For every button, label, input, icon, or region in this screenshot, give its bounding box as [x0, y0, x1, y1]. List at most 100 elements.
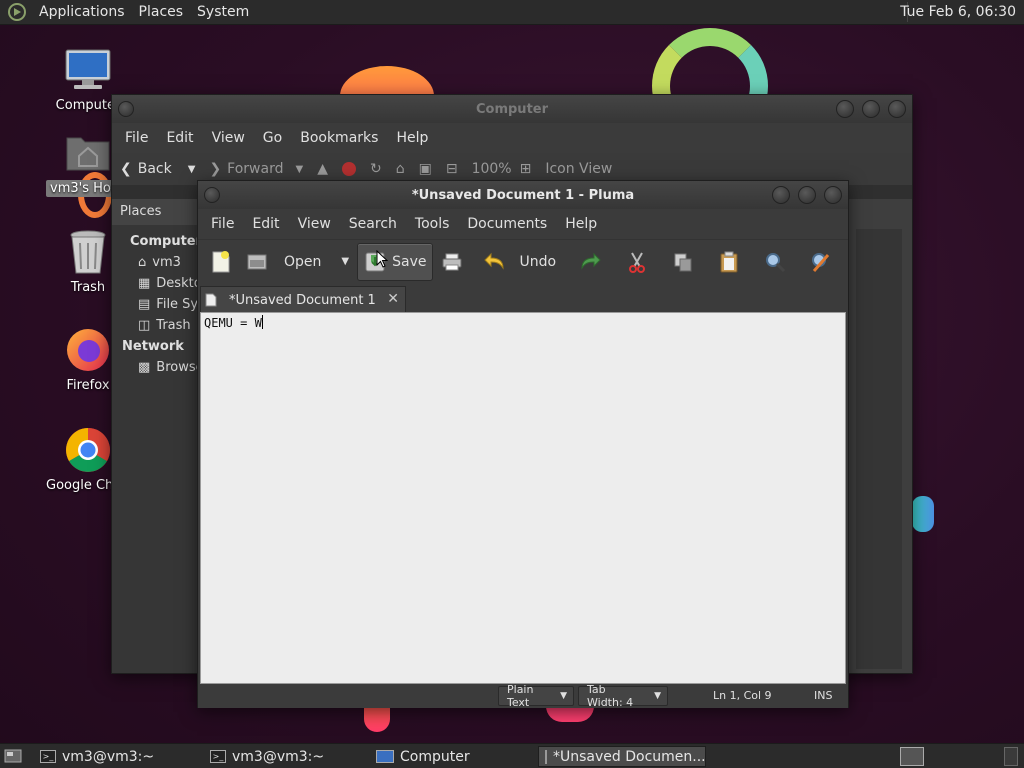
tab-unsaved-document[interactable]: *Unsaved Document 1 ✕ [200, 286, 406, 313]
menu-tools[interactable]: Tools [406, 216, 459, 232]
computer-titlebar[interactable]: Computer [112, 95, 912, 123]
close-button[interactable] [888, 100, 906, 118]
reload-icon[interactable]: ↻ [370, 161, 382, 177]
tab-width-select[interactable]: Tab Width: 4 ▼ [578, 683, 668, 709]
task-computer[interactable]: Computer [370, 746, 536, 767]
undo-button[interactable]: Undo [477, 243, 562, 281]
sidebar-item-filesystem[interactable]: ▤File System [112, 294, 204, 315]
close-icon[interactable]: ✕ [387, 291, 399, 307]
chevron-down-icon: ▼ [654, 691, 661, 701]
sidebar-item-vm3[interactable]: ⌂ vm3 [112, 252, 204, 273]
cursor-position: Ln 1, Col 9 [713, 689, 772, 702]
task-terminal-2[interactable]: >_ vm3@vm3:~ [204, 746, 368, 767]
sidebar-item-desktop[interactable]: ▦Desktop [112, 273, 204, 294]
arrow-left-icon: ❮ [120, 161, 132, 177]
zoom-out-icon[interactable]: ⊟ [446, 161, 458, 177]
task-pluma[interactable]: *Unsaved Documen... [538, 746, 706, 767]
menu-file[interactable]: File [116, 130, 157, 146]
window-menu-button[interactable] [118, 101, 134, 117]
places-header[interactable]: Places [112, 199, 204, 225]
task-label: *Unsaved Documen... [553, 748, 706, 765]
text-editor[interactable]: QEMU = W [200, 312, 846, 684]
system-menu[interactable]: System [190, 4, 256, 20]
places-menu[interactable]: Places [132, 4, 191, 20]
tab-label: *Unsaved Document 1 [229, 292, 376, 308]
window-title: Computer [475, 101, 549, 117]
clock[interactable]: Tue Feb 6, 06:30 [900, 4, 1016, 20]
home-icon[interactable]: ⌂ [396, 161, 405, 177]
redo-button[interactable] [572, 243, 608, 281]
sidebar-item-trash[interactable]: ◫ Trash [112, 315, 204, 336]
paste-icon [720, 251, 738, 272]
redo-icon [581, 252, 601, 270]
terminal-icon: >_ [40, 750, 56, 763]
new-document-button[interactable] [204, 243, 238, 281]
workspace-switcher-2[interactable] [1004, 747, 1018, 766]
pluma-window: *Unsaved Document 1 - Pluma File Edit Vi… [197, 180, 849, 709]
top-panel: Applications Places System Tue Feb 6, 06… [0, 0, 1024, 25]
copy-button[interactable] [666, 243, 700, 281]
minimize-button[interactable] [772, 186, 790, 204]
open-dropdown-icon[interactable]: ▼ [341, 256, 349, 267]
save-button[interactable]: Save [357, 242, 434, 281]
menu-file[interactable]: File [202, 216, 243, 232]
menu-search[interactable]: Search [340, 216, 406, 232]
close-button[interactable] [824, 186, 842, 204]
replace-button[interactable] [804, 243, 838, 281]
workspace-switcher-1[interactable] [900, 747, 924, 766]
menu-edit[interactable]: Edit [243, 216, 288, 232]
sidebar-item-browse-network[interactable]: ▩Browse Network [112, 357, 204, 378]
menu-bookmarks[interactable]: Bookmarks [291, 130, 387, 146]
back-button[interactable]: ❮ Back ▼ [120, 161, 195, 177]
paste-button[interactable] [712, 243, 746, 281]
back-dropdown-icon[interactable]: ▼ [188, 164, 196, 175]
menu-view[interactable]: View [289, 216, 340, 232]
print-icon [442, 253, 462, 270]
menu-go[interactable]: Go [254, 130, 291, 146]
print-button[interactable] [435, 243, 469, 281]
maximize-button[interactable] [862, 100, 880, 118]
syntax-label: Plain Text [507, 683, 534, 709]
editor-text: QEMU = W [204, 316, 262, 330]
find-replace-icon [812, 252, 830, 272]
desktop-folder-icon: ▦ [138, 276, 151, 291]
zoom-in-icon[interactable]: ⊞ [520, 161, 532, 177]
menu-help[interactable]: Help [556, 216, 606, 232]
trash-icon [64, 228, 112, 276]
copy-icon [674, 253, 692, 271]
window-menu-button[interactable] [204, 187, 220, 203]
text-caret [261, 315, 263, 329]
open-button[interactable]: Open ▼ [240, 243, 355, 281]
view-mode-select[interactable]: Icon View [545, 161, 612, 177]
find-button[interactable] [758, 243, 792, 281]
task-label: vm3@vm3:~ [62, 748, 155, 765]
pluma-titlebar[interactable]: *Unsaved Document 1 - Pluma [198, 181, 848, 209]
forward-dropdown-icon[interactable]: ▼ [295, 164, 303, 175]
menu-documents[interactable]: Documents [458, 216, 556, 232]
network-icon: ▩ [138, 360, 151, 375]
stop-icon[interactable] [341, 162, 356, 176]
show-desktop-icon[interactable] [4, 748, 22, 764]
cut-button[interactable] [620, 243, 654, 281]
task-terminal-1[interactable]: >_ vm3@vm3:~ [34, 746, 200, 767]
menu-view[interactable]: View [203, 130, 254, 146]
sidebar-section-network: Network [122, 339, 184, 354]
forward-button[interactable]: ❯ Forward ▼ [209, 161, 303, 177]
computer-icon [64, 46, 112, 94]
maximize-button[interactable] [798, 186, 816, 204]
syntax-select[interactable]: Plain Text ▼ [498, 683, 574, 709]
home-folder-icon [64, 128, 112, 176]
mate-logo-icon[interactable] [6, 1, 28, 23]
open-folder-icon [247, 254, 267, 269]
menu-edit[interactable]: Edit [157, 130, 202, 146]
trash-icon: ◫ [138, 318, 151, 333]
computer-icon[interactable]: ▣ [419, 161, 432, 177]
up-icon[interactable]: ▲ [317, 161, 328, 177]
mouse-pointer-icon [376, 250, 388, 268]
open-label: Open [284, 253, 322, 270]
menu-help[interactable]: Help [387, 130, 437, 146]
minimize-button[interactable] [836, 100, 854, 118]
drive-icon: ▤ [138, 297, 151, 312]
applications-menu[interactable]: Applications [32, 4, 132, 20]
save-label: Save [392, 253, 427, 270]
